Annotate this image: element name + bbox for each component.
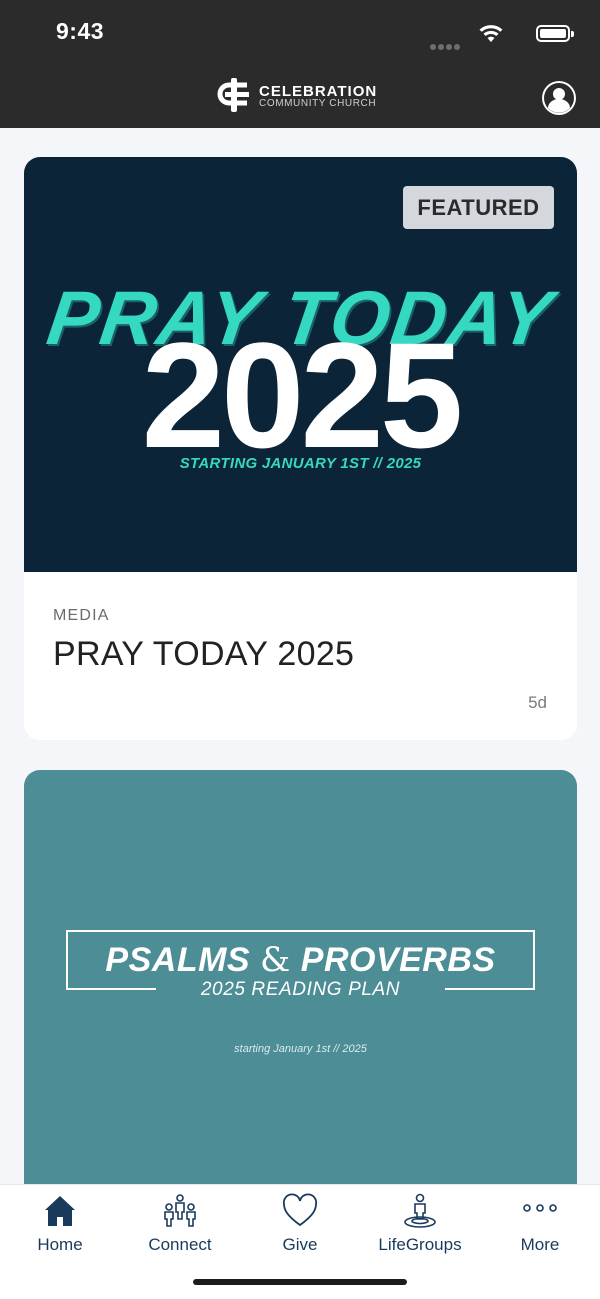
card-age: 5d bbox=[528, 693, 547, 712]
home-icon bbox=[45, 1196, 75, 1226]
cellular-signal-icon bbox=[428, 37, 460, 55]
featured-badge: FEATURED bbox=[403, 186, 554, 229]
hero-title-amp: & bbox=[260, 940, 291, 980]
tab-label: More bbox=[520, 1235, 560, 1254]
hero-title: PSALMS & PROVERBS bbox=[66, 940, 535, 980]
tab-lifegroups[interactable]: LifeGroups bbox=[360, 1185, 480, 1265]
status-time: 9:43 bbox=[56, 18, 105, 44]
card-hero-image: PRAY TODAY 2025 STARTING JANUARY 1ST // … bbox=[24, 157, 577, 572]
home-indicator[interactable] bbox=[193, 1279, 407, 1285]
card-category: MEDIA bbox=[53, 607, 110, 624]
profile-button[interactable] bbox=[542, 81, 576, 115]
person-location-icon bbox=[404, 1193, 436, 1228]
tab-label: LifeGroups bbox=[378, 1235, 462, 1254]
tab-label: Give bbox=[282, 1235, 318, 1254]
hero-subtitle: 2025 READING PLAN bbox=[200, 979, 401, 1000]
heart-icon bbox=[283, 1193, 317, 1227]
hero-subtitle-wrap: 2025 READING PLAN bbox=[156, 978, 445, 1002]
battery-icon bbox=[536, 25, 574, 42]
tab-label: Home bbox=[37, 1235, 83, 1254]
status-icons bbox=[410, 22, 574, 50]
profile-icon bbox=[544, 83, 574, 113]
hero-year-text: 2025 bbox=[141, 311, 464, 479]
hero-tagline: starting January 1st // 2025 bbox=[234, 1043, 367, 1055]
content-card[interactable]: PSALMS & PROVERBS 2025 READING PLAN star… bbox=[24, 770, 577, 1210]
hero-title-left: PSALMS bbox=[105, 941, 251, 979]
wifi-icon bbox=[479, 25, 503, 42]
top-bar: 9:43 CELEBRATION COMMUNITY CHURCH bbox=[0, 0, 600, 128]
card-title: PRAY TODAY 2025 bbox=[53, 635, 355, 673]
church-logo[interactable]: CELEBRATION COMMUNITY CHURCH bbox=[217, 76, 387, 114]
featured-card[interactable]: PRAY TODAY 2025 STARTING JANUARY 1ST // … bbox=[24, 157, 577, 740]
tab-connect[interactable]: Connect bbox=[120, 1185, 240, 1265]
tab-home[interactable]: Home bbox=[0, 1185, 120, 1265]
logo-mark-icon bbox=[217, 78, 249, 112]
brand-subtitle: COMMUNITY CHURCH bbox=[259, 98, 377, 109]
hero-title-right: PROVERBS bbox=[300, 941, 496, 979]
hero-tagline: STARTING JANUARY 1ST // 2025 bbox=[179, 455, 422, 472]
tab-label: Connect bbox=[148, 1235, 212, 1254]
tab-more[interactable]: More bbox=[480, 1185, 600, 1265]
tab-give[interactable]: Give bbox=[240, 1185, 360, 1265]
more-dots-icon bbox=[523, 1204, 557, 1212]
people-icon bbox=[164, 1194, 196, 1227]
